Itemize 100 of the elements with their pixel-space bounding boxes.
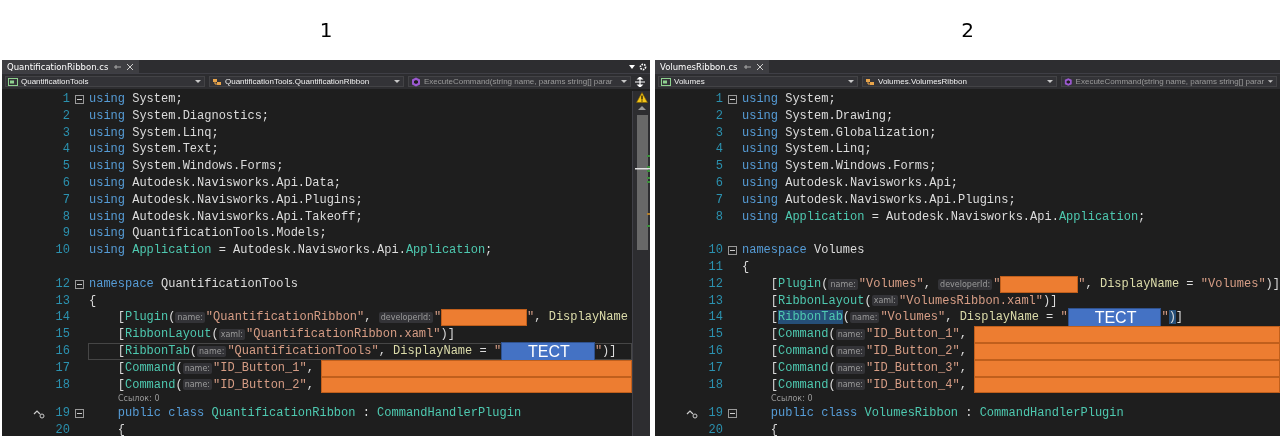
collapse-icon[interactable]	[728, 94, 737, 104]
code-text: using System.Text;	[89, 141, 219, 159]
file-tab[interactable]: VolumesRibbon.cs	[655, 60, 769, 73]
line-number: 14	[707, 309, 723, 327]
navigation-dropdown[interactable]: QuantificationTools.QuantificationRibbon	[209, 76, 404, 87]
code-text: public class VolumesRibbon : CommandHandlerPlugin	[769, 405, 1124, 423]
line-number: 20	[54, 422, 70, 436]
caret-icon[interactable]	[393, 79, 401, 84]
line-number: 5	[714, 158, 723, 175]
caret-icon[interactable]	[620, 79, 628, 84]
caret-circle-icon[interactable]	[33, 408, 45, 419]
parameter-hint: name:	[182, 362, 213, 374]
line-number: 10	[707, 242, 723, 259]
line-number: 2	[714, 107, 723, 125]
code-text: [Command(	[769, 326, 836, 343]
code-text: using Autodesk.Navisworks.Api.Data;	[89, 175, 342, 192]
code-text: using Autodesk.Navisworks.Api.Takeoff;	[89, 208, 363, 226]
line-number: 12	[54, 275, 70, 293]
code-text: using Application = Autodesk.Navisworks.Api.Application;	[89, 242, 493, 259]
code-text: {	[89, 292, 97, 310]
code-text: [RibbonLayout(	[769, 292, 872, 310]
parameter-hint: name:	[835, 345, 866, 357]
parameter-hint: name:	[835, 379, 866, 391]
navigation-dropdown[interactable]: QuantificationTools	[5, 76, 205, 87]
parameter-hint: name:	[835, 329, 866, 341]
code-text: ")]	[594, 342, 617, 360]
caret-icon[interactable]	[1046, 79, 1054, 84]
line-number: 5	[61, 158, 70, 175]
parameter-hint: developerId:	[378, 312, 433, 324]
file-tab[interactable]: QuantificationRibbon.cs	[2, 60, 140, 73]
method-icon	[1064, 76, 1073, 87]
code-text: ", DisplayName = "Volumes")]	[1078, 275, 1280, 293]
parameter-hint: name:	[850, 312, 880, 324]
collapse-icon[interactable]	[728, 246, 737, 256]
code-text: "ID_Button_2",	[866, 342, 968, 360]
code-text: using QuantificationTools.Models;	[89, 225, 327, 243]
code-text: "QuantificationTools", DisplayName = "	[227, 342, 502, 360]
code-text: ")]	[1161, 309, 1184, 327]
scroll-up-icon[interactable]	[637, 106, 646, 110]
line-number: 8	[714, 208, 723, 226]
split-icon[interactable]	[635, 76, 645, 87]
caret-icon[interactable]	[1267, 79, 1274, 84]
collapse-icon[interactable]	[728, 409, 737, 419]
dropdown-caret-icon[interactable]	[629, 64, 635, 69]
line-number: 7	[714, 191, 723, 209]
code-text: "VolumesRibbon.xaml")]	[899, 292, 1058, 310]
navigation-dropdown[interactable]: Volumes	[658, 76, 858, 87]
navigation-dropdown[interactable]: ExecuteCommand(string name, params string[] parar	[1061, 76, 1277, 87]
collapse-icon[interactable]	[75, 409, 84, 419]
code-text: [Plugin(	[116, 309, 176, 327]
code-text: using System;	[742, 91, 836, 108]
project-icon	[661, 76, 671, 87]
method-icon	[411, 76, 421, 87]
code-text: {	[742, 258, 750, 276]
warning-icon[interactable]	[635, 92, 648, 103]
code-text: using System.Globalization;	[742, 124, 937, 142]
close-icon[interactable]	[755, 62, 764, 71]
navigation-dropdown[interactable]: ExecuteCommand(string name, params string[] parar	[408, 76, 631, 87]
code-text: using Application = Autodesk.Navisworks.Api.Application;	[742, 208, 1146, 226]
class-icon	[212, 76, 222, 87]
line-number: 6	[714, 175, 723, 192]
code-text: {	[116, 422, 125, 436]
code-text: [Command(	[769, 376, 836, 394]
project-icon	[8, 76, 18, 87]
line-number: 7	[61, 191, 70, 209]
caret-icon[interactable]	[194, 79, 202, 84]
code-text: "ID_Button_1",	[213, 359, 315, 377]
pane-number: 2	[961, 18, 974, 42]
code-text: ", DisplayName	[527, 309, 628, 327]
code-text: [RibbonLayout(	[116, 326, 219, 343]
close-icon[interactable]	[126, 62, 135, 71]
caret-icon[interactable]	[847, 79, 855, 84]
line-number: 13	[707, 292, 723, 310]
code-text: "	[433, 309, 442, 327]
label-overlay: TECT	[501, 341, 595, 361]
line-number: 18	[707, 376, 723, 394]
parameter-hint: name:	[828, 278, 858, 290]
pin-icon[interactable]	[742, 63, 751, 70]
caret-circle-icon[interactable]	[686, 408, 698, 419]
vertical-scrollbar[interactable]	[632, 91, 650, 436]
line-number: 16	[707, 342, 723, 360]
line-number: 17	[707, 359, 723, 377]
line-number: 15	[54, 326, 70, 343]
scrollbar-thumb[interactable]	[637, 115, 648, 250]
settings-icon[interactable]	[639, 62, 647, 71]
code-text: [Command(	[116, 376, 183, 394]
line-number: 3	[61, 124, 70, 142]
collapse-icon[interactable]	[75, 279, 84, 289]
reference-count[interactable]: Ссылок: 0	[118, 394, 160, 404]
line-number: 15	[707, 326, 723, 343]
navigation-dropdown[interactable]: Volumes.VolumesRibbon	[862, 76, 1057, 87]
code-text: "ID_Button_1",	[866, 326, 968, 343]
parameter-hint: xaml:	[871, 295, 898, 307]
collapse-icon[interactable]	[75, 94, 84, 104]
pin-icon[interactable]	[113, 63, 122, 70]
code-text: "Volumes", DisplayName = "	[880, 309, 1068, 327]
code-text: namespace QuantificationTools	[89, 275, 298, 293]
reference-count[interactable]: Ссылок: 0	[771, 394, 813, 404]
line-number: 12	[707, 275, 723, 293]
parameter-hint: name:	[197, 345, 227, 357]
